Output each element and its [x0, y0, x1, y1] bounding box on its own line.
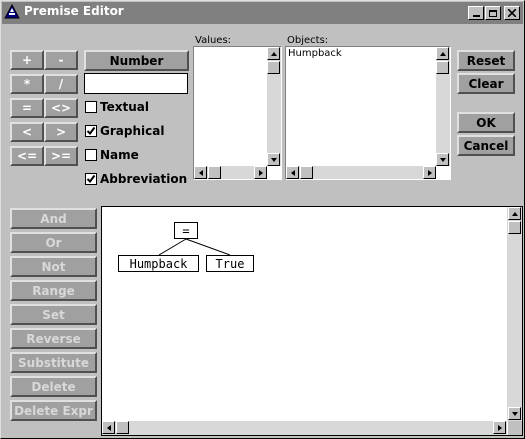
canvas-hscroll-thumb[interactable]	[116, 421, 129, 434]
expression-left-node[interactable]: Humpback	[118, 255, 199, 272]
arrow-down-icon	[511, 411, 518, 416]
canvas-vscroll-track[interactable]	[507, 207, 522, 421]
expression-tree-connectors	[158, 238, 231, 256]
canvas-scroll-down-button[interactable]	[508, 407, 521, 420]
expression-right-node[interactable]: True	[206, 255, 254, 272]
arrow-up-icon	[511, 211, 518, 216]
arrow-right-icon	[497, 424, 502, 431]
canvas-hscroll-track[interactable]	[102, 421, 507, 435]
arrow-left-icon	[106, 424, 111, 431]
expression-operator-node[interactable]: =	[174, 222, 198, 239]
scroll-corner	[508, 421, 522, 435]
canvas-vscroll-thumb[interactable]	[508, 221, 521, 234]
canvas-scroll-up-button[interactable]	[508, 207, 521, 220]
canvas-scroll-right-button[interactable]	[493, 421, 506, 434]
canvas-scroll-left-button[interactable]	[102, 421, 115, 434]
